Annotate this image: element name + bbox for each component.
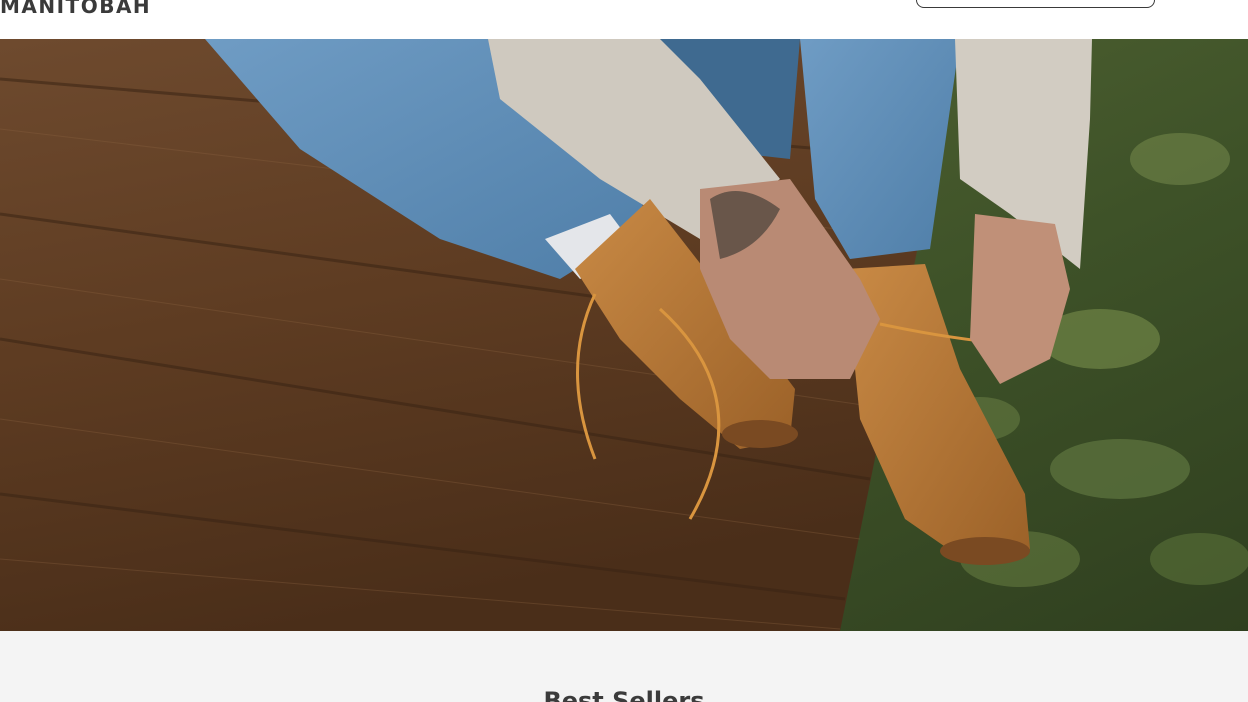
search-input[interactable] (916, 0, 1155, 8)
hero-banner (0, 39, 1248, 631)
site-header: MANITOBAH (0, 0, 1248, 39)
brand-logo[interactable]: MANITOBAH (0, 0, 151, 18)
best-sellers-title: Best Sellers (543, 687, 705, 702)
hero-image (0, 39, 1248, 631)
